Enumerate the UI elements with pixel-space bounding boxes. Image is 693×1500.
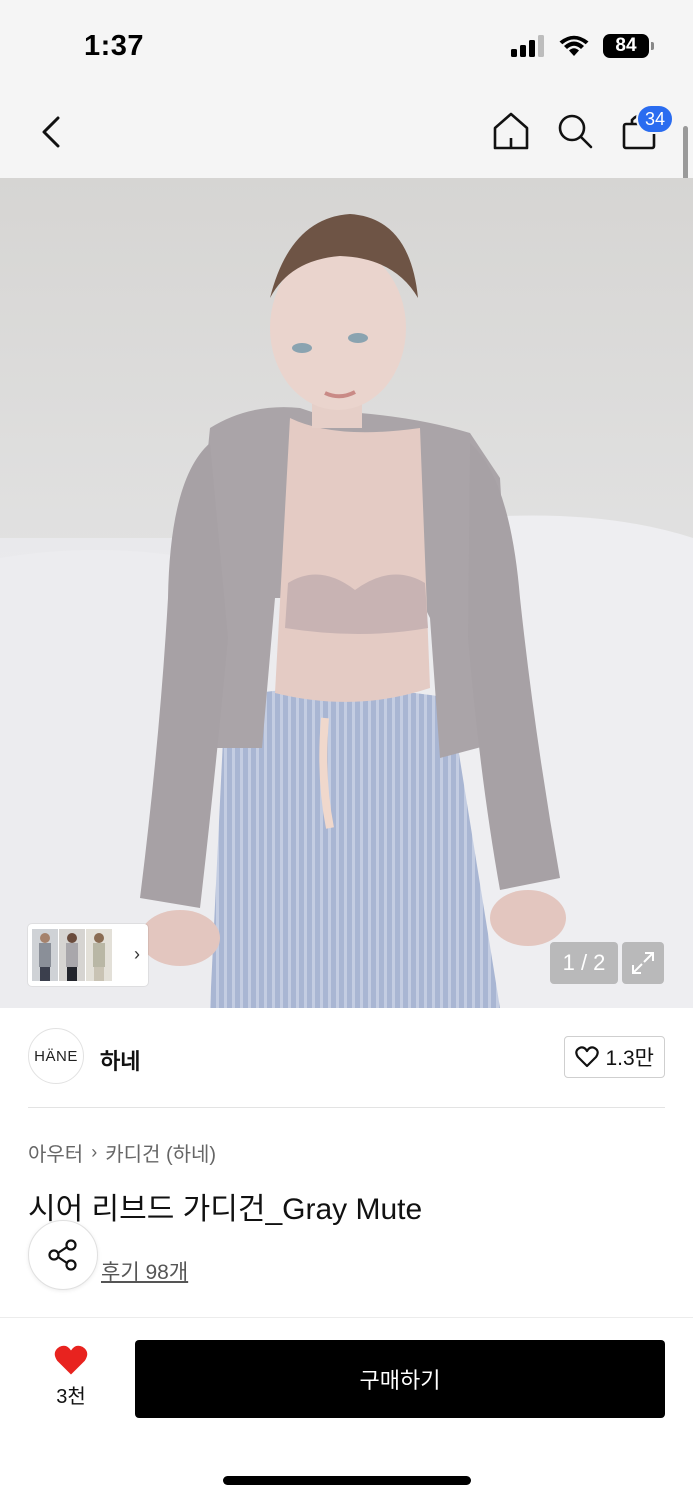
battery-indicator: 84 xyxy=(603,34,654,58)
expand-icon[interactable] xyxy=(622,942,664,984)
wishlist-button[interactable]: 3천 xyxy=(40,1344,102,1414)
bottom-bar-divider xyxy=(0,1317,693,1318)
image-pager: 1 / 2 xyxy=(550,942,618,984)
divider xyxy=(28,1107,665,1108)
brand-logo[interactable]: HÄNE xyxy=(28,1028,84,1084)
heart-filled-icon xyxy=(54,1345,88,1375)
chevron-right-icon[interactable]: › xyxy=(134,944,140,965)
brand-like-button[interactable]: 1.3만 xyxy=(564,1036,665,1078)
thumbnail-3[interactable] xyxy=(86,929,112,981)
home-icon[interactable] xyxy=(488,108,534,154)
status-icons: 84 xyxy=(511,32,654,60)
brand-row[interactable]: HÄNE 하네 1.3만 xyxy=(28,1028,665,1088)
heart-outline-icon xyxy=(575,1046,600,1068)
cart-count-badge: 34 xyxy=(636,104,674,134)
status-time: 1:37 xyxy=(84,30,145,62)
home-indicator xyxy=(223,1476,471,1485)
product-photo xyxy=(0,178,693,1008)
top-navigation xyxy=(0,90,693,178)
brand-name[interactable]: 하네 xyxy=(100,1044,140,1076)
share-icon xyxy=(48,1239,77,1271)
wishlist-count: 3천 xyxy=(56,1386,86,1408)
back-button[interactable] xyxy=(30,110,74,154)
reviews-link[interactable]: 후기 98개 xyxy=(101,1256,188,1286)
signal-icon xyxy=(511,35,544,57)
breadcrumb-subcategory[interactable]: 카디건 (하네) xyxy=(105,1138,216,1167)
thumbnail-1[interactable] xyxy=(32,929,58,981)
chevron-right-icon: › xyxy=(91,1142,98,1162)
search-icon[interactable] xyxy=(552,108,598,154)
share-button[interactable] xyxy=(28,1220,98,1290)
buy-button[interactable]: 구매하기 xyxy=(135,1340,665,1418)
thumbnail-strip[interactable]: › xyxy=(28,924,148,986)
breadcrumb: 아우터 › 카디건 (하네) xyxy=(28,1138,216,1167)
brand-like-count: 1.3만 xyxy=(605,1047,654,1070)
wifi-icon xyxy=(559,35,589,56)
product-title: 시어 리브드 가디건_Gray Mute xyxy=(28,1193,423,1226)
status-bar: 1:37 84 xyxy=(0,0,693,90)
thumbnail-2[interactable] xyxy=(59,929,85,981)
breadcrumb-category[interactable]: 아우터 xyxy=(28,1138,83,1167)
product-image-carousel[interactable]: 1 / 2 xyxy=(0,178,693,1008)
